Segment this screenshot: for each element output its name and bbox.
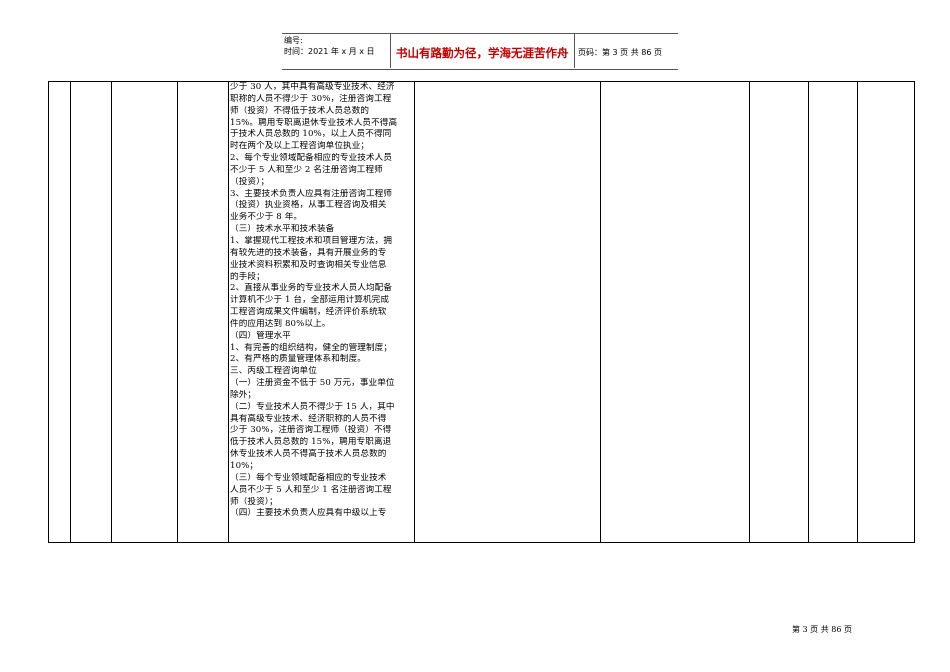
text-line: 时在两个及以上工程咨询单位执业； [230, 141, 370, 152]
text-line: 业务不少于 8 年。 [230, 212, 303, 223]
table-column-divider [414, 82, 415, 542]
text-line: 工程咨询成果文件编制，经济评价系统软 [230, 307, 387, 318]
text-line: 1、有完善的组织结构，健全的管理制度； [230, 342, 393, 353]
text-line: （三）每个专业领域配备相应的专业技术 [230, 472, 387, 483]
text-line: 3、主要技术负责人应具有注册咨询工程师 [230, 188, 393, 199]
text-line: （一）注册资金不低于 50 万元，事业单位 [230, 378, 395, 389]
text-line: （四）主要技术负责人应具有中级以上专 [230, 508, 387, 519]
text-line: （投资）； [230, 176, 270, 187]
text-line: 三、丙级工程咨询单位 [230, 366, 317, 377]
text-line: 有较先进的技术装备，具有开展业务的专 [230, 247, 387, 258]
text-line: 休专业技术人员不得高于技术人员总数的 [230, 449, 387, 460]
table-column-divider [228, 82, 229, 542]
page-header: 编号: 时间：2021 年 x 月 x 日 书山有路勤为径，学海无涯苦作舟 页码… [282, 33, 678, 70]
text-line: 的手段； [230, 271, 265, 282]
text-line: 职称的人员不得少于 30%，注册咨询工程 [230, 93, 392, 104]
header-page-number: 页码：第 3 页 共 86 页 [578, 48, 662, 57]
text-line: （三）技术水平和技术装备 [230, 224, 335, 235]
document-page: 编号: 时间：2021 年 x 月 x 日 书山有路勤为径，学海无涯苦作舟 页码… [0, 0, 950, 672]
table-column-divider [111, 82, 112, 542]
page-footer: 第 3 页 共 86 页 [792, 625, 852, 634]
text-line: 不少于 5 人和至少 2 名注册咨询工程师 [230, 164, 383, 175]
header-divider [390, 34, 391, 68]
text-line: （二）专业技术人员不得少于 15 人，其中 [230, 401, 395, 412]
text-line: 少于 30 人，其中具有高级专业技术、经济 [230, 82, 395, 92]
text-line: 低于技术人员总数的 15%，聘用专职离退 [230, 437, 392, 448]
table-column-divider [808, 82, 809, 542]
text-line: （投资）执业资格，从事工程咨询及相关 [230, 200, 387, 211]
text-line: 10%； [230, 461, 259, 471]
text-line: 人员不少于 5 人和至少 1 名注册咨询工程 [230, 484, 392, 495]
time-label: 时间：2021 年 x 月 x 日 [284, 47, 375, 56]
table-column-divider [70, 82, 71, 542]
text-line: 件的应用达到 80%以上。 [230, 318, 331, 329]
table-column-divider [749, 82, 750, 542]
content-table [48, 81, 915, 543]
text-line: 1、掌握现代工程技术和项目管理方法，拥 [230, 235, 393, 246]
text-line: 具有高级专业技术、经济职称的人员不得 [230, 413, 387, 424]
text-line: （四）管理水平 [230, 330, 291, 341]
text-line: 少于 30%，注册咨询工程师（投资）不得 [230, 425, 392, 436]
text-line: 2、直接从事业务的专业技术人员人均配备 [230, 283, 393, 294]
text-line: 2、有严格的质量管理体系和制度。 [230, 354, 366, 365]
requirements-text-cell: 少于 30 人，其中具有高级专业技术、经济 职称的人员不得少于 30%，注册咨询工… [230, 82, 412, 520]
table-column-divider [857, 82, 858, 542]
serial-label: 编号: [284, 36, 303, 45]
text-line: 除外； [230, 389, 257, 400]
text-line: 业技术资料积累和及时查询相关专业信息 [230, 259, 387, 270]
header-divider [574, 34, 575, 68]
text-line: 于技术人员总数的 10%，以上人员不得同 [230, 129, 392, 140]
text-line: 计算机不少于 1 台，全部运用计算机完成 [230, 295, 390, 306]
header-motto: 书山有路勤为径，学海无涯苦作舟 [396, 46, 569, 60]
text-line: 15%。聘用专职离退休专业技术人员不得高 [230, 117, 398, 128]
text-line: 师（投资）不得低于技术人员总数的 [230, 105, 370, 116]
header-meta: 编号: 时间：2021 年 x 月 x 日 [284, 35, 392, 68]
text-line: 2、每个专业领域配备相应的专业技术人员 [230, 153, 393, 164]
table-column-divider [600, 82, 601, 542]
table-column-divider [177, 82, 178, 542]
text-line: 师（投资）； [230, 496, 278, 507]
